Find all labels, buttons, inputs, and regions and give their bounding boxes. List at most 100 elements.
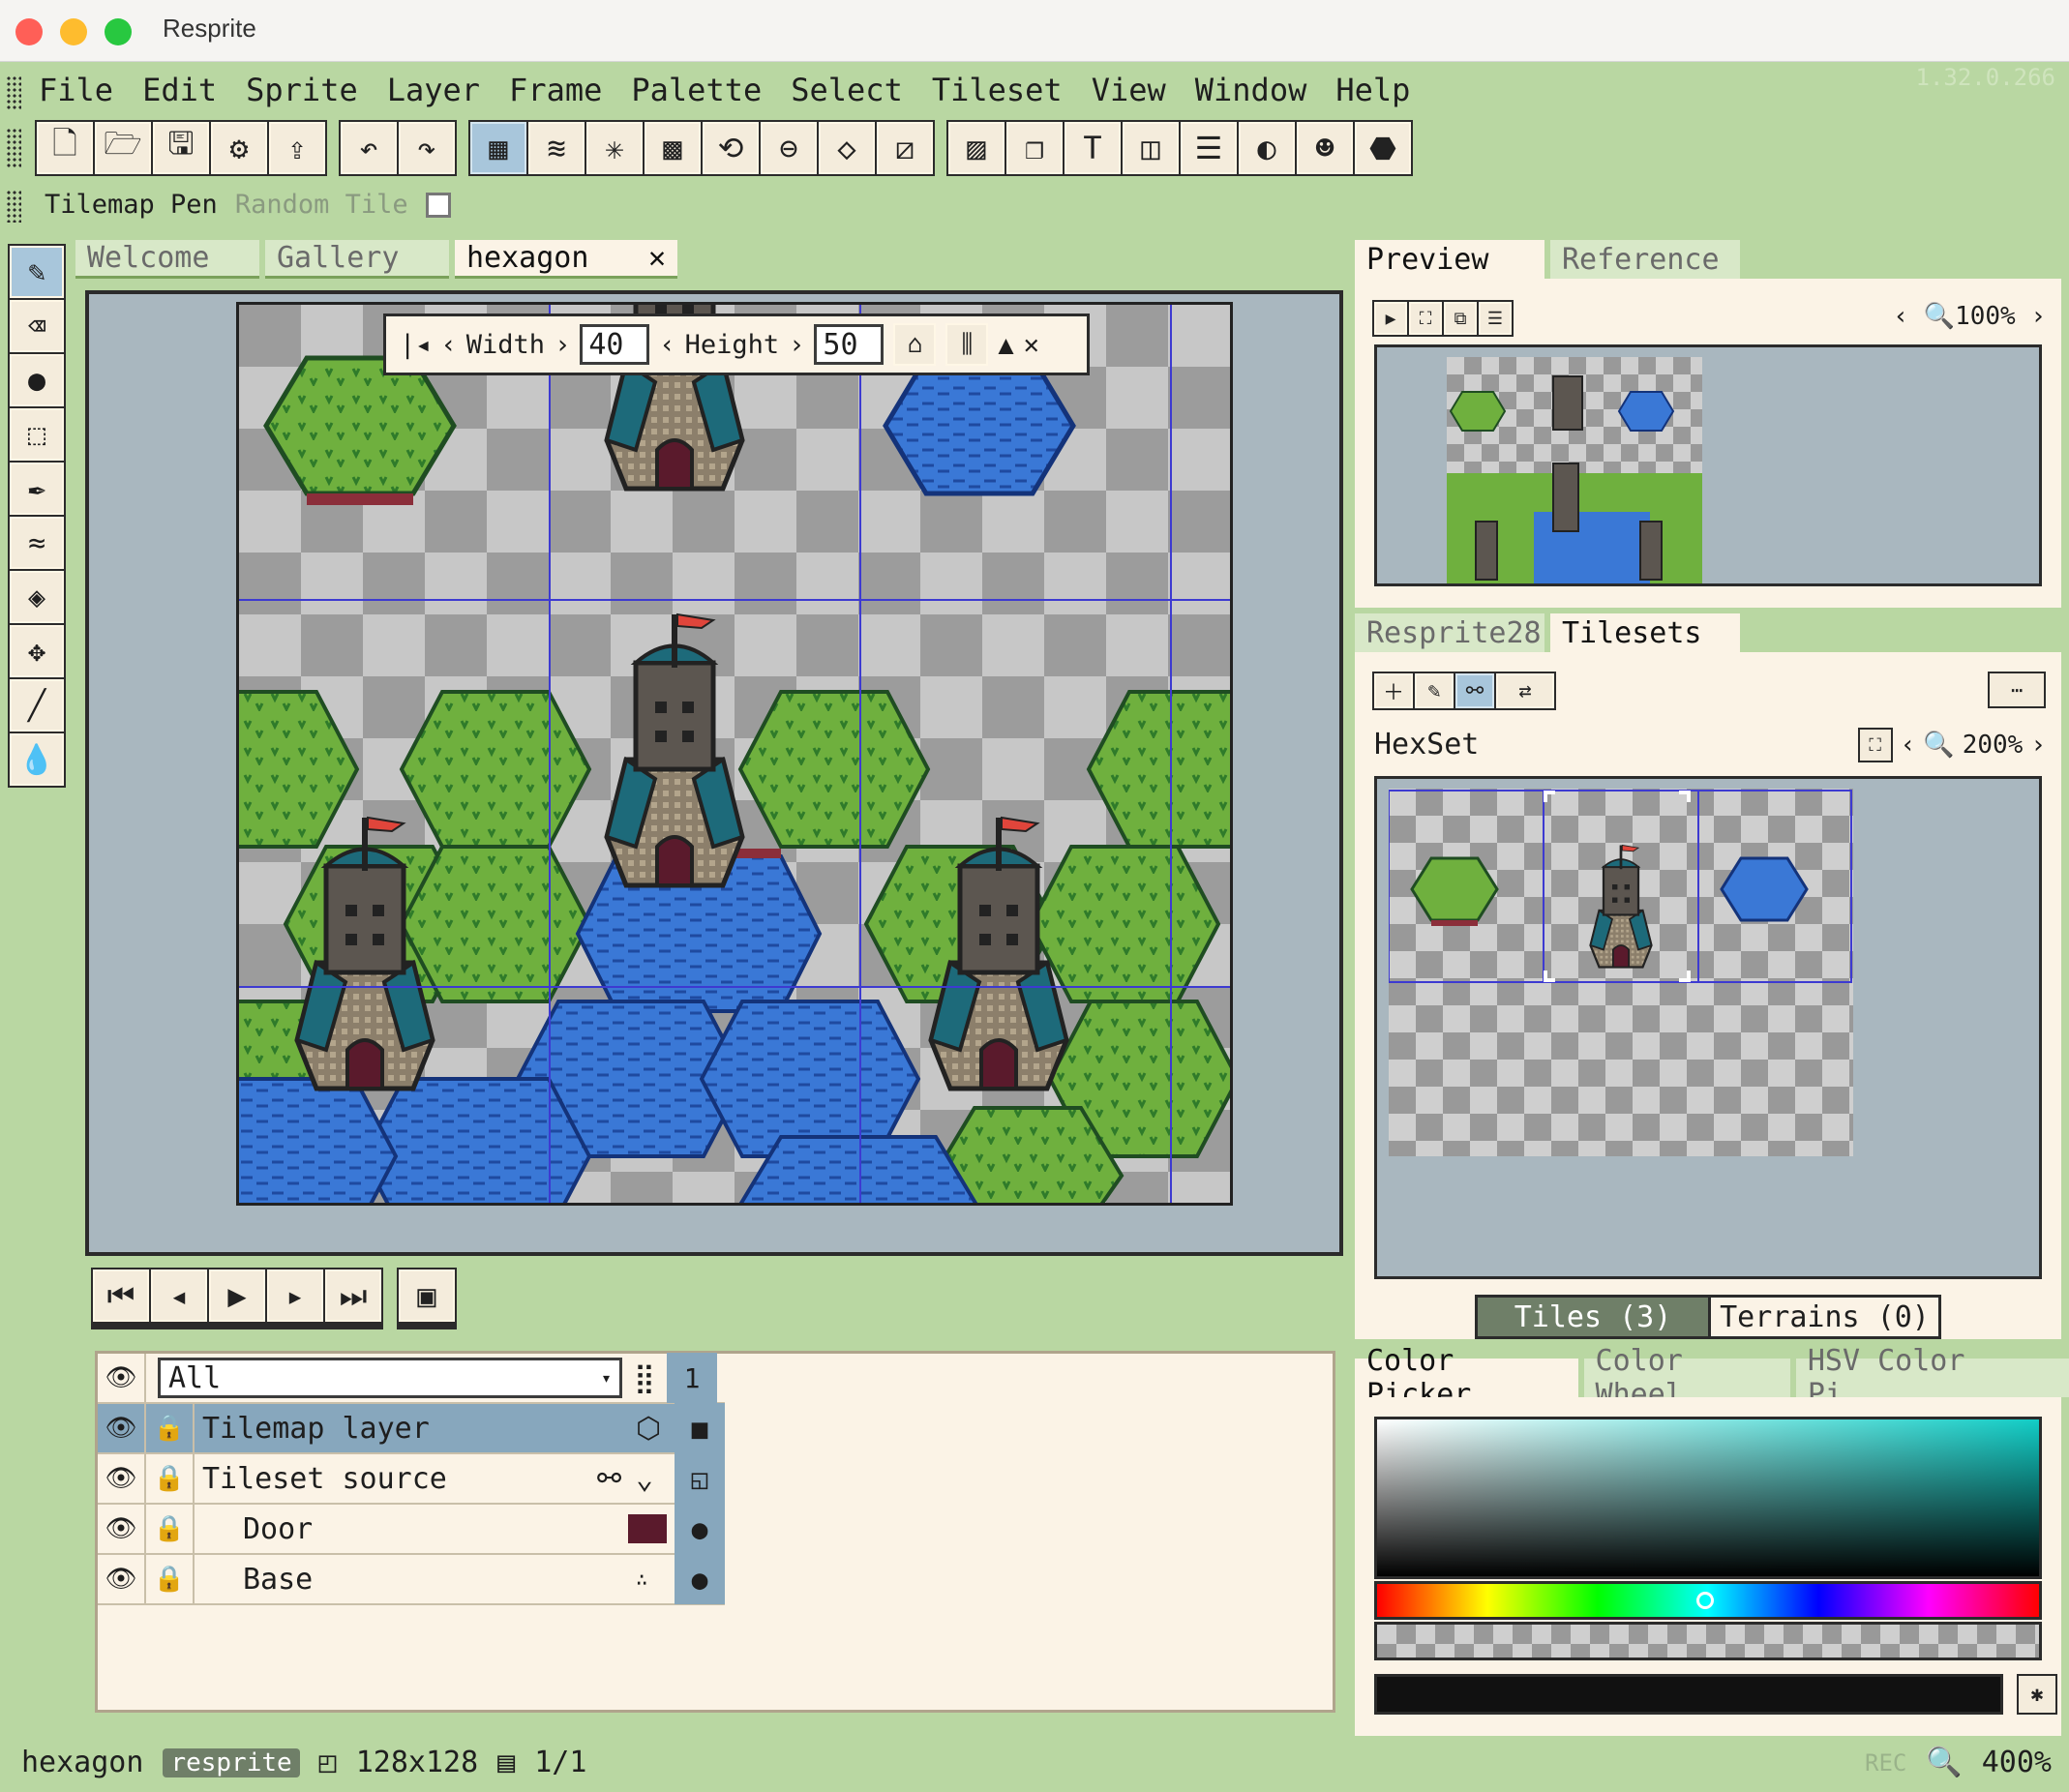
width-increase-icon[interactable]: › [555, 330, 570, 360]
sprite-canvas[interactable] [236, 302, 1233, 1206]
tab-reference[interactable]: Reference [1550, 240, 1740, 279]
menu-edit[interactable]: Edit [142, 72, 217, 108]
first-icon[interactable]: |◂ [400, 330, 432, 360]
layer-row[interactable]: 👁 🔒 Door ● [98, 1504, 725, 1555]
menu-select[interactable]: Select [791, 72, 903, 108]
fit-tiles-icon[interactable]: ⛶ [1857, 728, 1893, 762]
fill-bucket-icon[interactable]: ◈ [10, 571, 64, 623]
settings-icon[interactable]: ⚙ [211, 122, 267, 174]
tile-grid-icon[interactable]: ▩ [645, 122, 701, 174]
copy-icon[interactable]: ❐ [1006, 122, 1063, 174]
lock-icon[interactable]: 🔒 [146, 1555, 195, 1603]
eyedropper-icon[interactable]: ✒ [10, 463, 64, 515]
stack-icon[interactable]: ☰ [1181, 122, 1237, 174]
play-icon[interactable]: ▶ [209, 1269, 265, 1322]
layer-row[interactable]: 👁 🔒 Tileset source ⚯ ⌄ ◱ [98, 1453, 725, 1505]
marquee-icon[interactable]: ⬚ [10, 408, 64, 461]
line-icon[interactable]: ╱ [10, 679, 64, 732]
layers-stack-icon[interactable]: ≋ [528, 122, 585, 174]
cel-dot-icon[interactable]: ● [675, 1504, 725, 1554]
add-tile-icon[interactable]: ＋ [1374, 673, 1413, 708]
layer-row[interactable]: 👁 🔒 Base ∴ ● [98, 1554, 725, 1605]
preview-zoom[interactable]: ‹ 🔍100% › [1893, 302, 2046, 331]
edit-tile-icon[interactable]: ✎ [1415, 673, 1454, 708]
lock-icon[interactable]: 🔒 [146, 1404, 195, 1452]
terrains-tab[interactable]: Terrains (0) [1708, 1298, 1938, 1336]
prev-frame-icon[interactable]: ◂ [151, 1269, 207, 1322]
tab-preview[interactable]: Preview [1355, 240, 1544, 279]
contrast-icon[interactable]: ◐ [1239, 122, 1295, 174]
record-indicator[interactable]: REC [1865, 1749, 1906, 1777]
eye-icon[interactable]: 👁 [98, 1354, 146, 1402]
tab-resprite28[interactable]: Resprite28 [1355, 613, 1544, 652]
layer-filter-select[interactable]: All ▾ [158, 1358, 622, 1398]
minimize-window-button[interactable] [60, 18, 87, 45]
layer-row[interactable]: 👁 🔒 Tilemap layer ⬡ ■ [98, 1403, 725, 1454]
tileset-viewport[interactable] [1374, 776, 2042, 1279]
tab-welcome[interactable]: Welcome [75, 240, 259, 279]
tile-mode-icon[interactable]: ⧉ [1444, 302, 1477, 335]
height-decrease-icon[interactable]: ‹ [659, 330, 675, 360]
spray-icon[interactable]: ≈ [10, 517, 64, 569]
cel-square-icon[interactable]: ■ [675, 1403, 725, 1453]
mask-icon[interactable]: ☻ [1297, 122, 1353, 174]
play-icon[interactable]: ▶ [1374, 302, 1407, 335]
sphere-icon[interactable]: ● [10, 354, 64, 406]
alpha-slider[interactable] [1374, 1622, 2042, 1660]
menu-palette[interactable]: Palette [631, 72, 762, 108]
onion-skin-icon[interactable]: ▣ [399, 1269, 455, 1322]
menu-grip-icon[interactable] [6, 75, 21, 110]
lock-icon[interactable]: 🔒 [146, 1454, 195, 1503]
hex-shape-icon[interactable]: ⌂ [893, 323, 937, 366]
cel-dot-icon[interactable]: ● [675, 1554, 725, 1604]
eye-icon[interactable]: 👁 [98, 1404, 146, 1452]
align-icon[interactable]: ◫ [1123, 122, 1179, 174]
hue-slider[interactable] [1374, 1581, 2042, 1620]
menu-file[interactable]: File [39, 72, 113, 108]
eyedropper-icon[interactable]: ✱ [2017, 1674, 2057, 1715]
zoom-window-button[interactable] [105, 18, 132, 45]
tiles-tab[interactable]: Tiles (3) [1478, 1298, 1708, 1336]
zoom-level[interactable]: 400% [1982, 1746, 2052, 1779]
frame-number[interactable]: 1 [667, 1353, 717, 1403]
menu-view[interactable]: View [1092, 72, 1166, 108]
toolbar-grip-icon[interactable] [6, 128, 21, 168]
flip-icon[interactable]: ⧄ [877, 122, 933, 174]
hue-handle[interactable] [1696, 1592, 1714, 1609]
grid-handle-icon[interactable]: ⣿ [622, 1361, 667, 1395]
close-tab-icon[interactable]: ✕ [648, 241, 666, 275]
menu-layer[interactable]: Layer [387, 72, 480, 108]
wrap-icon[interactable]: ⟲ [703, 122, 759, 174]
redo-icon[interactable]: ↷ [399, 122, 455, 174]
export-icon[interactable]: ⇪ [269, 122, 325, 174]
tab-hexagon[interactable]: hexagon ✕ [455, 240, 677, 279]
tab-color-picker[interactable]: Color Picker [1355, 1344, 1578, 1412]
save-icon[interactable]: 🖫 [153, 122, 209, 174]
symmetry-icon[interactable]: ✳ [586, 122, 643, 174]
tab-gallery[interactable]: Gallery [265, 240, 449, 279]
width-decrease-icon[interactable]: ‹ [441, 330, 457, 360]
context-grip-icon[interactable] [6, 190, 21, 223]
menu-help[interactable]: Help [1335, 72, 1410, 108]
pencil-icon[interactable]: ✎ [10, 246, 64, 298]
canvas-viewport[interactable]: |◂ ‹ Width › 40 ‹ Height › 50 ⌂ ⫼ ▲ ✕ [85, 290, 1343, 1256]
rotate-icon[interactable]: ◇ [819, 122, 875, 174]
tab-tilesets[interactable]: Tilesets [1550, 613, 1740, 652]
height-increase-icon[interactable]: › [789, 330, 804, 360]
preview-viewport[interactable] [1374, 344, 2042, 586]
random-tile-checkbox[interactable] [425, 192, 451, 218]
first-frame-icon[interactable]: ⏮ [93, 1269, 149, 1322]
eye-icon[interactable]: 👁 [98, 1555, 146, 1603]
close-window-button[interactable] [15, 18, 43, 45]
undo-icon[interactable]: ↶ [341, 122, 397, 174]
eraser-icon[interactable]: ⌫ [10, 300, 64, 352]
brush-icon[interactable]: ▨ [948, 122, 1005, 174]
close-popup-icon[interactable]: ✕ [1024, 330, 1039, 360]
swap-tile-icon[interactable]: ⇄ [1496, 673, 1554, 708]
move-icon[interactable]: ✥ [10, 625, 64, 677]
eye-icon[interactable]: 👁 [98, 1454, 146, 1503]
tab-color-wheel[interactable]: Color Wheel [1583, 1344, 1790, 1412]
fit-icon[interactable]: ⛶ [1409, 302, 1442, 335]
current-color-swatch[interactable] [1374, 1674, 2003, 1715]
menu-tileset[interactable]: Tileset [932, 72, 1063, 108]
